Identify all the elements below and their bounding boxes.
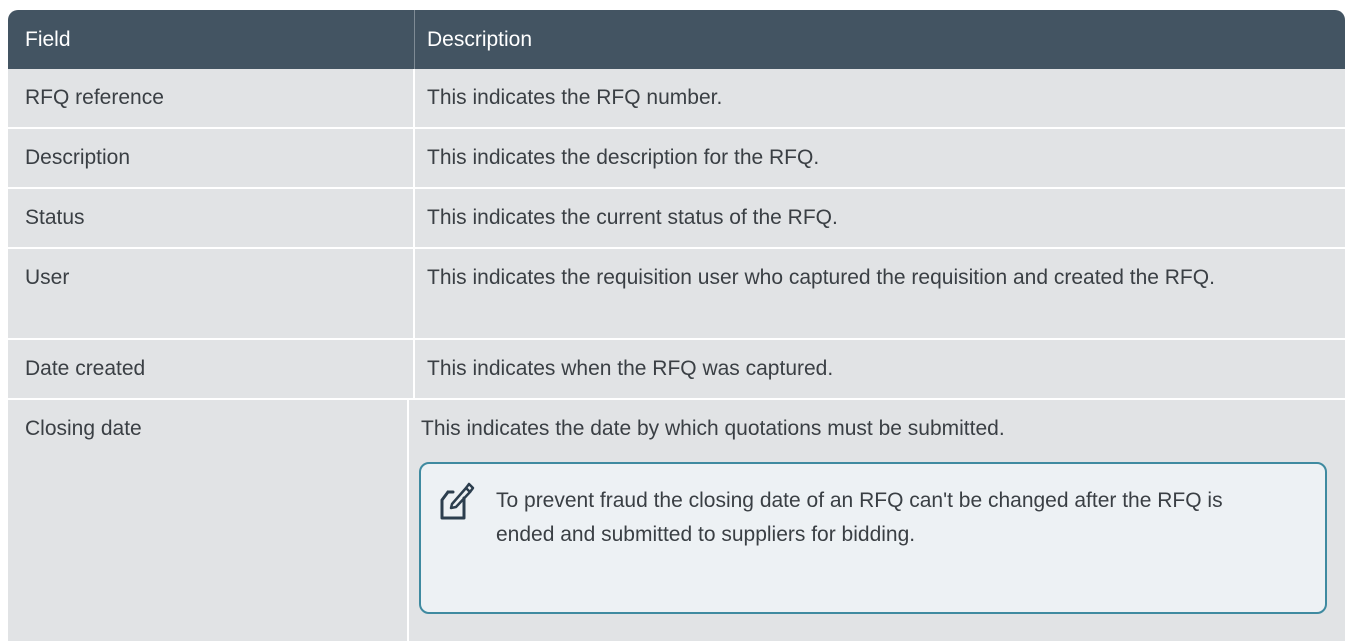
- table-header: Field Description: [8, 10, 1345, 69]
- table-row: User This indicates the requisition user…: [8, 249, 1345, 340]
- table-row: Closing date This indicates the date by …: [8, 400, 1345, 641]
- table-row: Status This indicates the current status…: [8, 189, 1345, 249]
- fields-table: Field Description RFQ reference This ind…: [8, 10, 1345, 641]
- description-cell-with-note: This indicates the date by which quotati…: [409, 400, 1345, 641]
- page: Field Description RFQ reference This ind…: [0, 0, 1353, 641]
- header-description: Description: [427, 27, 533, 51]
- field-cell: Status: [8, 189, 415, 247]
- field-cell: Description: [8, 129, 415, 187]
- header-field: Field: [8, 10, 415, 69]
- description-cell: This indicates the current status of the…: [427, 206, 838, 229]
- note-text: To prevent fraud the closing date of an …: [496, 489, 1223, 546]
- note-edit-icon: [439, 478, 477, 522]
- field-cell: RFQ reference: [8, 69, 415, 127]
- table-row: Date created This indicates when the RFQ…: [8, 340, 1345, 400]
- description-cell: This indicates the description for the R…: [427, 146, 820, 169]
- description-cell: This indicates when the RFQ was captured…: [427, 357, 834, 380]
- table-row: Description This indicates the descripti…: [8, 129, 1345, 189]
- field-cell: User: [8, 249, 415, 338]
- field-cell: Date created: [8, 340, 415, 398]
- description-cell: This indicates the requisition user who …: [427, 266, 1215, 289]
- note-callout: To prevent fraud the closing date of an …: [419, 462, 1327, 614]
- description-cell: This indicates the RFQ number.: [427, 86, 723, 109]
- table-row: RFQ reference This indicates the RFQ num…: [8, 69, 1345, 129]
- description-text: This indicates the date by which quotati…: [421, 417, 1005, 440]
- field-cell: Closing date: [8, 400, 409, 641]
